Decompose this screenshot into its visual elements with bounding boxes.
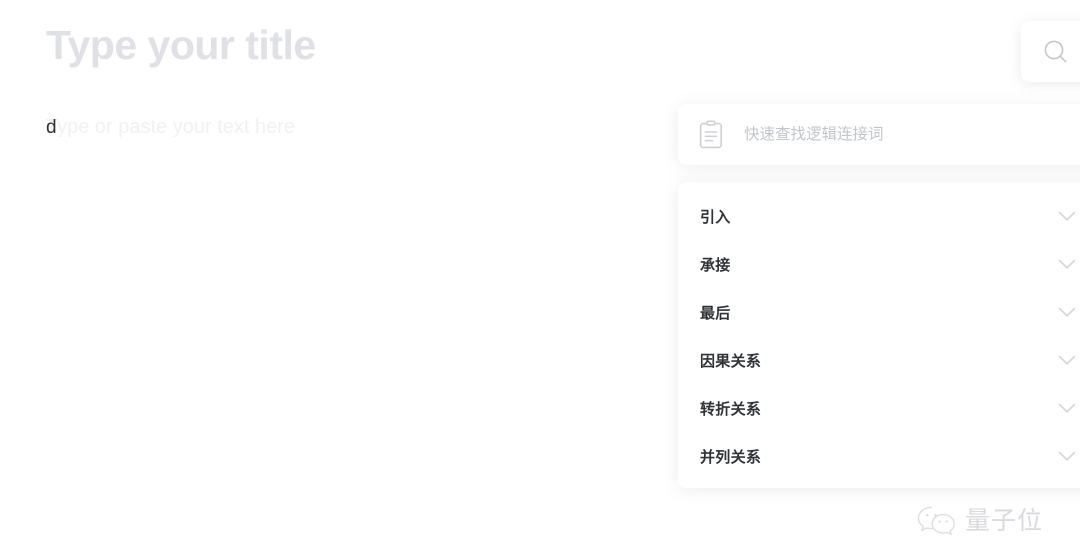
- finder-search-input[interactable]: [744, 125, 1074, 144]
- category-label: 最后: [700, 304, 731, 322]
- body-placeholder: Type or paste your text here: [46, 116, 296, 138]
- chevron-down-icon[interactable]: [1058, 403, 1076, 414]
- category-row-conclusion[interactable]: 最后: [678, 288, 1080, 336]
- category-list: 引入 承接 最后 因果关系 转折关系 并列关系: [678, 182, 1080, 488]
- chevron-down-icon[interactable]: [1058, 451, 1076, 462]
- category-label: 承接: [700, 256, 731, 274]
- logic-connective-finder-panel: 引入 承接 最后 因果关系: [678, 104, 1080, 488]
- category-row-introduction[interactable]: 引入: [678, 192, 1080, 240]
- category-label: 引入: [700, 208, 731, 226]
- finder-search-box[interactable]: [678, 104, 1080, 165]
- wechat-icon: [916, 503, 958, 539]
- body-typed-text: d: [46, 117, 57, 138]
- chevron-down-icon[interactable]: [1058, 259, 1076, 270]
- chevron-down-icon[interactable]: [1058, 355, 1076, 366]
- watermark-text: 量子位: [965, 506, 1044, 535]
- category-label: 转折关系: [700, 400, 762, 418]
- chevron-down-icon[interactable]: [1058, 307, 1076, 318]
- category-row-continuation[interactable]: 承接: [678, 240, 1080, 288]
- chevron-down-icon[interactable]: [1058, 211, 1076, 222]
- clipboard-icon: [698, 120, 724, 150]
- title-placeholder[interactable]: Type your title: [46, 22, 316, 69]
- category-row-adversative[interactable]: 转折关系: [678, 384, 1080, 432]
- search-icon: [1041, 37, 1071, 67]
- category-row-coordinate[interactable]: 并列关系: [678, 432, 1080, 480]
- watermark: 量子位: [916, 503, 1043, 539]
- category-row-causal[interactable]: 因果关系: [678, 336, 1080, 384]
- search-button[interactable]: [1021, 21, 1080, 82]
- category-label: 并列关系: [700, 448, 762, 466]
- category-label: 因果关系: [700, 352, 762, 370]
